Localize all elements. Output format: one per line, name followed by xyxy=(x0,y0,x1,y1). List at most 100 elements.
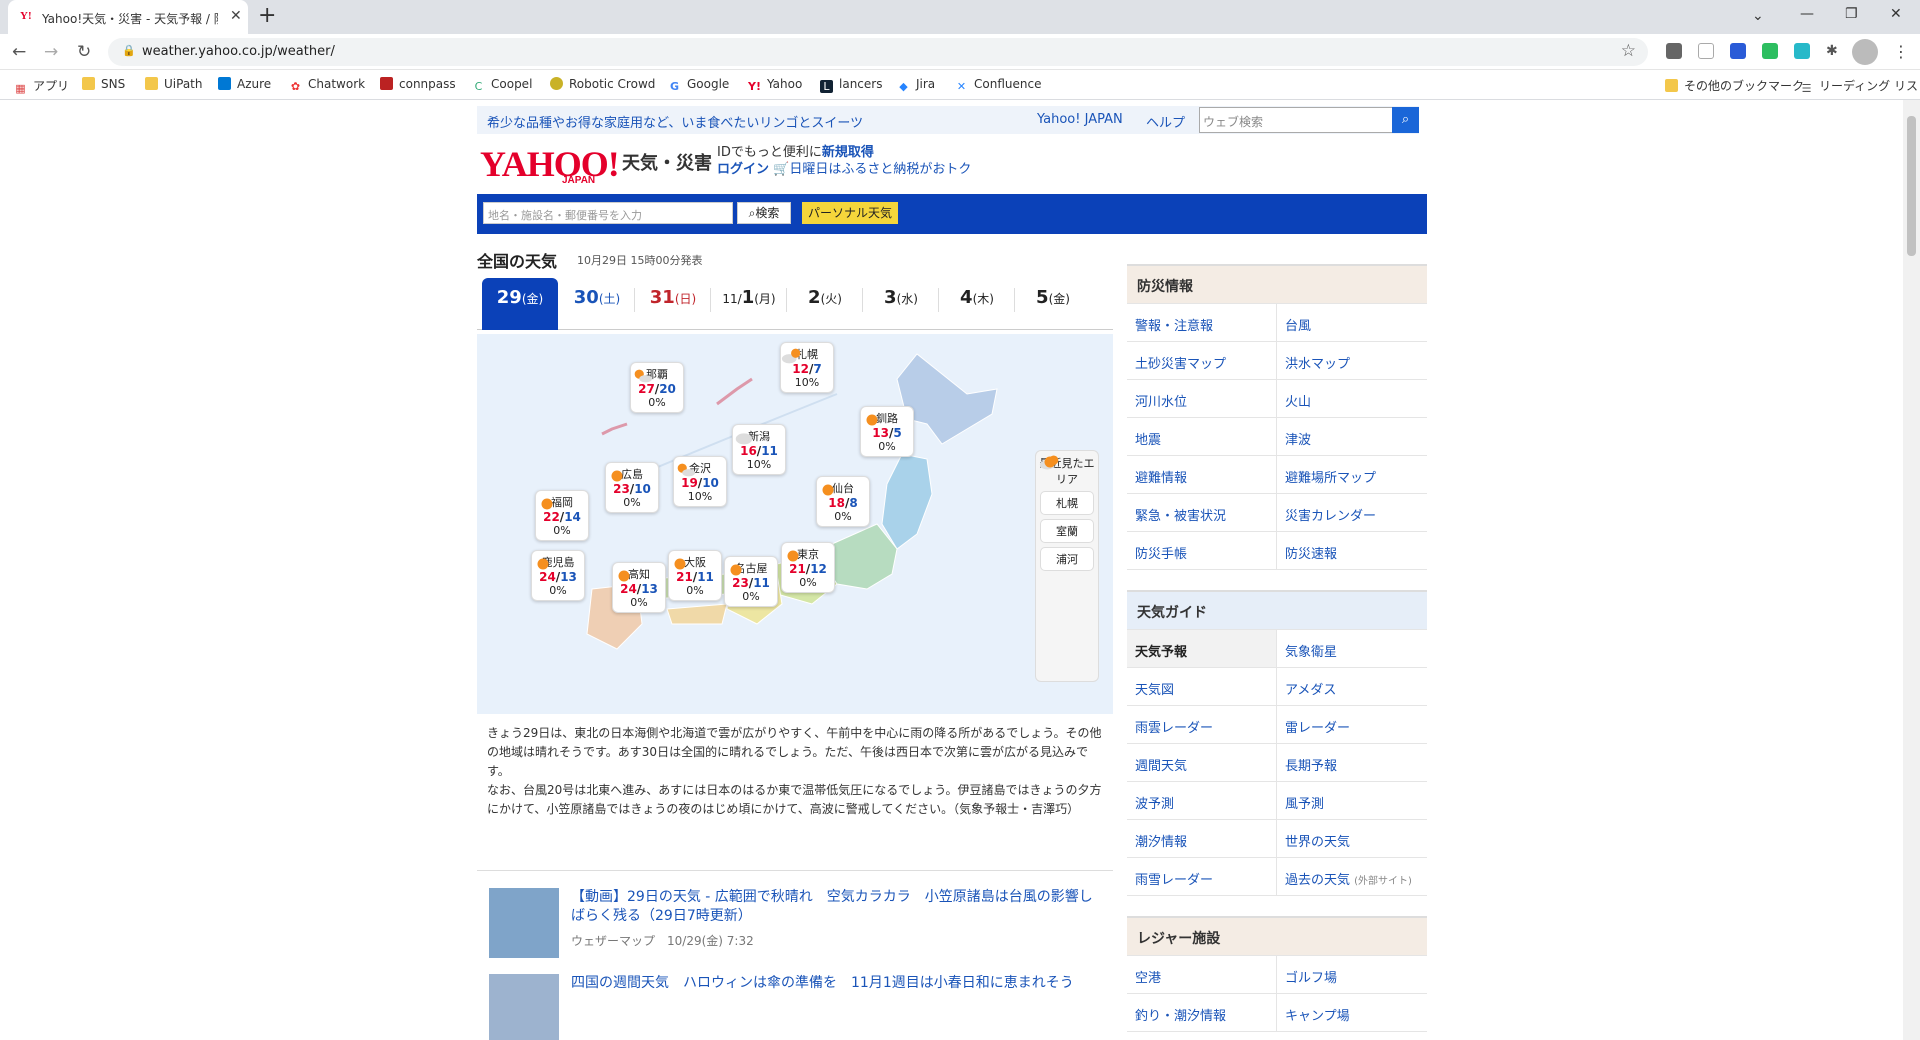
tab-search-icon[interactable]: ⌄ xyxy=(1752,6,1764,26)
extension-icon[interactable] xyxy=(1794,43,1810,59)
city-card-naha[interactable]: 那覇 27/20 0% xyxy=(630,362,684,413)
extension-icon[interactable] xyxy=(1730,43,1746,59)
link-satellite[interactable]: 気象衛星 xyxy=(1277,630,1427,668)
link-warnings[interactable]: 警報・注意報 xyxy=(1127,304,1277,342)
news-headline[interactable]: 【動画】29日の天気 - 広範囲で秋晴れ 空気カラカラ 小笠原諸島は台風の影響し… xyxy=(571,888,1101,926)
news-item[interactable]: 四国の週間天気 ハロウィンは傘の準備を 11月1週目は小春日和に恵まれそう xyxy=(489,974,1109,1040)
recent-area-sapporo[interactable]: 札幌 xyxy=(1039,455,1094,515)
bookmark-sns[interactable]: SNS xyxy=(82,77,125,91)
recent-area-urakawa[interactable]: 浦河 xyxy=(1040,456,1094,571)
city-card-kanazawa[interactable]: 金沢 19/10 10% xyxy=(673,456,727,507)
close-tab-icon[interactable]: ✕ xyxy=(230,8,242,24)
kebab-menu-icon[interactable]: ⋮ xyxy=(1893,42,1909,61)
bookmark-robotic-crowd[interactable]: Robotic Crowd xyxy=(550,77,655,91)
link-earthquake[interactable]: 地震 xyxy=(1127,418,1277,456)
tab-day-2[interactable]: 2(火) xyxy=(787,278,863,330)
address-bar[interactable]: 🔒 weather.yahoo.co.jp/weather/ ☆ xyxy=(108,38,1648,66)
link-thunder-radar[interactable]: 雷レーダー xyxy=(1277,706,1427,744)
city-card-kochi[interactable]: 高知 24/13 0% xyxy=(612,562,666,613)
japan-weather-map[interactable]: 那覇 27/20 0% 札幌 12/7 10% 新潟 16/11 10% 釧路 13/5 0% … xyxy=(477,334,1113,714)
city-card-osaka[interactable]: 大阪 21/11 0% xyxy=(668,550,722,601)
back-icon[interactable]: ← xyxy=(12,42,26,62)
bookmark-connpass[interactable]: connpass xyxy=(380,77,456,91)
tab-day-30[interactable]: 30(土) xyxy=(559,278,635,330)
link-rain-radar[interactable]: 雨雲レーダー xyxy=(1127,706,1277,744)
tab-day-3[interactable]: 3(水) xyxy=(863,278,939,330)
link-amedas[interactable]: アメダス xyxy=(1277,668,1427,706)
tab-day-5[interactable]: 5(金) xyxy=(1015,278,1091,330)
link-fishing[interactable]: 釣り・潮汐情報 xyxy=(1127,994,1277,1032)
page-scrollbar[interactable] xyxy=(1903,100,1920,1040)
link-river-level[interactable]: 河川水位 xyxy=(1127,380,1277,418)
link-weather-chart[interactable]: 天気図 xyxy=(1127,668,1277,706)
link-long-term[interactable]: 長期予報 xyxy=(1277,744,1427,782)
bookmark-uipath[interactable]: UiPath xyxy=(145,77,202,91)
profile-avatar[interactable] xyxy=(1852,39,1878,65)
link-evacuation-map[interactable]: 避難場所マップ xyxy=(1277,456,1427,494)
web-search-button[interactable]: ⌕ xyxy=(1392,107,1419,133)
restore-button[interactable]: ❐ xyxy=(1845,4,1858,24)
evernote-extension-icon[interactable] xyxy=(1762,43,1778,59)
new-tab-button[interactable]: + xyxy=(258,5,276,27)
link-tsunami[interactable]: 津波 xyxy=(1277,418,1427,456)
city-card-niigata[interactable]: 新潟 16/11 10% xyxy=(732,424,786,475)
link-typhoon[interactable]: 台風 xyxy=(1277,304,1427,342)
help-link[interactable]: ヘルプ xyxy=(1146,112,1185,131)
link-bousai-notebook[interactable]: 防災手帳 xyxy=(1127,532,1277,570)
bookmark-coopel[interactable]: C Coopel xyxy=(472,77,533,93)
bookmark-google[interactable]: G Google xyxy=(668,77,729,93)
scrollbar-thumb[interactable] xyxy=(1907,116,1916,256)
tab-day-1[interactable]: 11/1(月) xyxy=(711,278,787,330)
furusato-link[interactable]: 日曜日はふるさと納税がおトク xyxy=(789,162,971,177)
link-emergency-status[interactable]: 緊急・被害状況 xyxy=(1127,494,1277,532)
link-disaster-calendar[interactable]: 災害カレンダー xyxy=(1277,494,1427,532)
bookmark-lancers[interactable]: Llancers xyxy=(820,77,882,93)
city-card-sapporo[interactable]: 札幌 12/7 10% xyxy=(780,342,834,393)
bookmark-azure[interactable]: Azure xyxy=(218,77,271,91)
city-card-hiroshima[interactable]: 広島 23/10 0% xyxy=(605,462,659,513)
link-evacuation-info[interactable]: 避難情報 xyxy=(1127,456,1277,494)
location-search-button[interactable]: ⌕検索 xyxy=(737,202,791,224)
extension-icon[interactable] xyxy=(1698,43,1714,59)
city-card-tokyo[interactable]: 東京 21/12 0% xyxy=(781,542,835,593)
link-tide[interactable]: 潮汐情報 xyxy=(1127,820,1277,858)
link-landslide-map[interactable]: 土砂災害マップ xyxy=(1127,342,1277,380)
bookmark-apps[interactable]: ▦ アプリ xyxy=(14,77,69,95)
extension-icon[interactable] xyxy=(1666,43,1682,59)
bookmark-confluence[interactable]: ✕ Confluence xyxy=(955,77,1042,93)
link-golf[interactable]: ゴルフ場 xyxy=(1277,956,1427,994)
yahoo-japan-link[interactable]: Yahoo! JAPAN xyxy=(1037,112,1123,127)
bookmark-yahoo[interactable]: Y! Yahoo xyxy=(748,77,802,93)
link-camping[interactable]: キャンプ場 xyxy=(1277,994,1427,1032)
link-world-weather[interactable]: 世界の天気 xyxy=(1277,820,1427,858)
news-headline[interactable]: 四国の週間天気 ハロウィンは傘の準備を 11月1週目は小春日和に恵まれそう xyxy=(571,974,1101,993)
link-wave[interactable]: 波予測 xyxy=(1127,782,1277,820)
link-weekly[interactable]: 週間天気 xyxy=(1127,744,1277,782)
web-search-input[interactable]: ウェブ検索 xyxy=(1199,107,1393,133)
location-search-input[interactable]: 地名・施設名・郵便番号を入力 xyxy=(483,202,733,224)
link-volcano[interactable]: 火山 xyxy=(1277,380,1427,418)
login-link[interactable]: ログイン xyxy=(717,162,769,177)
tab-day-29[interactable]: 29(金) xyxy=(482,278,558,330)
city-card-nagoya[interactable]: 名古屋 23/11 0% xyxy=(724,556,778,607)
bookmark-star-icon[interactable]: ☆ xyxy=(1621,41,1636,61)
forward-icon[interactable]: → xyxy=(44,42,58,62)
link-flood-map[interactable]: 洪水マップ xyxy=(1277,342,1427,380)
city-card-kagoshima[interactable]: 鹿児島 24/13 0% xyxy=(531,550,585,601)
link-past-weather[interactable]: 過去の天気 (外部サイト) xyxy=(1277,858,1427,896)
bookmark-chatwork[interactable]: ✿ Chatwork xyxy=(289,77,365,93)
tab-day-4[interactable]: 4(木) xyxy=(939,278,1015,330)
minimize-button[interactable]: — xyxy=(1800,4,1814,24)
bookmark-jira[interactable]: ◆ Jira xyxy=(897,77,935,93)
puzzle-extensions-icon[interactable]: ✱ xyxy=(1826,43,1842,59)
signup-link[interactable]: 新規取得 xyxy=(822,145,874,160)
news-item[interactable]: 【動画】29日の天気 - 広範囲で秋晴れ 空気カラカラ 小笠原諸島は台風の影響し… xyxy=(489,888,1109,958)
browser-tab[interactable]: Y! Yahoo!天気・災害 - 天気予報 / 防 ✕ xyxy=(8,0,248,34)
city-card-fukuoka[interactable]: 福岡 22/14 0% xyxy=(535,490,589,541)
link-bousai-alerts[interactable]: 防災速報 xyxy=(1277,532,1427,570)
link-wind[interactable]: 風予測 xyxy=(1277,782,1427,820)
close-window-button[interactable]: ✕ xyxy=(1890,4,1902,24)
recent-area-muroran[interactable]: 室蘭 xyxy=(1039,455,1094,543)
promo-link[interactable]: 希少な品種やお得な家庭用など、いま食べたいリンゴとスイーツ xyxy=(487,112,863,131)
city-card-kushiro[interactable]: 釧路 13/5 0% xyxy=(860,406,914,457)
